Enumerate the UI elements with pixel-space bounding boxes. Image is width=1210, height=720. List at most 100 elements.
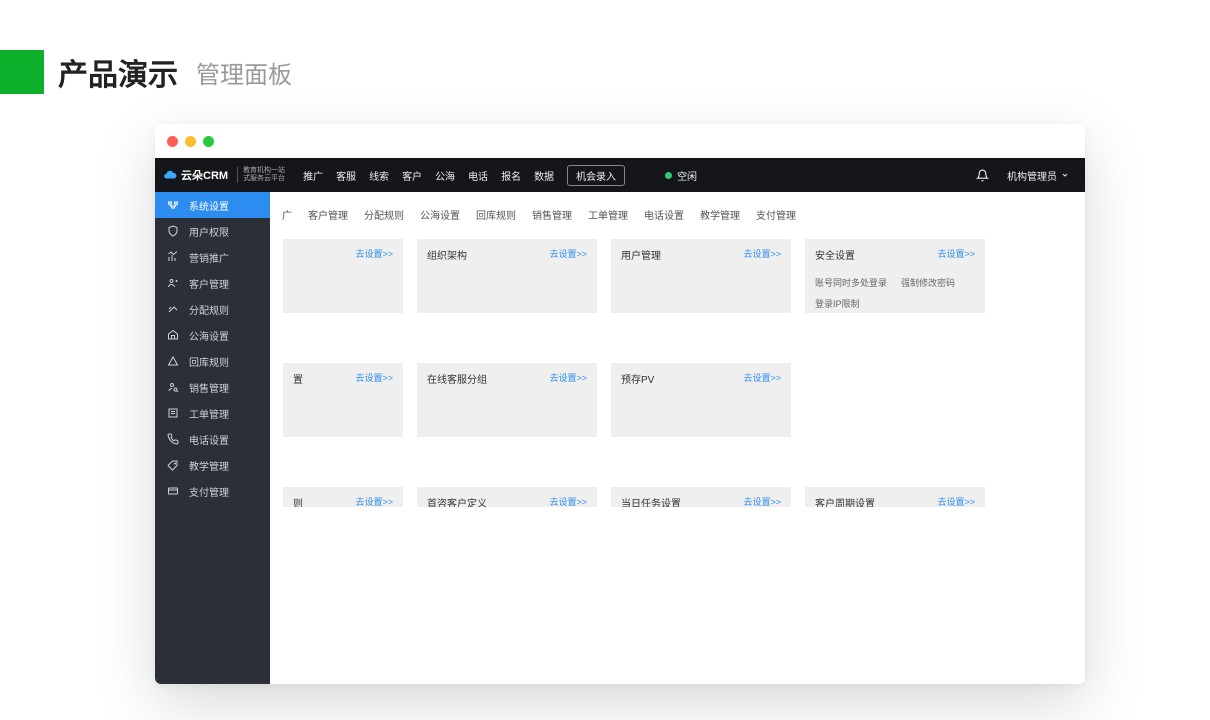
settings-card: 置 去设置>> bbox=[283, 363, 403, 437]
record-opportunity-button[interactable]: 机会录入 bbox=[567, 165, 625, 186]
sidebar-item-ticket-management[interactable]: 工单管理 bbox=[155, 400, 270, 426]
nav-phone[interactable]: 电话 bbox=[468, 168, 488, 183]
chevron-down-icon bbox=[1061, 171, 1069, 179]
security-settings-card: 安全设置 去设置>> 账号同时多处登录 强制修改密码 登录IP限制 bbox=[805, 239, 985, 313]
nav-service[interactable]: 客服 bbox=[336, 168, 356, 183]
tab-ticket-management[interactable]: 工单管理 bbox=[580, 202, 636, 227]
logo-tagline: 教育机构一站式服务云平台 bbox=[237, 167, 285, 184]
sidebar-item-teaching-management[interactable]: 教学管理 bbox=[155, 452, 270, 478]
top-nav: 推广 客服 线索 客户 公海 电话 报名 数据 机会录入 bbox=[303, 165, 625, 186]
sidebar-item-pool-settings[interactable]: 公海设置 bbox=[155, 322, 270, 348]
sidebar-item-user-permissions[interactable]: 用户权限 bbox=[155, 218, 270, 244]
tab-allocation-rules[interactable]: 分配规则 bbox=[356, 202, 412, 227]
status-dot-icon bbox=[665, 172, 672, 179]
maximize-dot[interactable] bbox=[203, 136, 214, 147]
sidebar-item-marketing[interactable]: 营销推广 bbox=[155, 244, 270, 270]
security-sub-item[interactable]: 账号同时多处登录 bbox=[815, 276, 887, 289]
sidebar-label: 客户管理 bbox=[189, 276, 229, 291]
org-structure-card: 组织架构 去设置>> bbox=[417, 239, 597, 313]
settings-card: 去设置>> bbox=[283, 239, 403, 313]
tag-icon bbox=[167, 459, 179, 471]
go-settings-link[interactable]: 去设置>> bbox=[743, 495, 781, 507]
sidebar-label: 电话设置 bbox=[189, 432, 229, 447]
tab-sales-management[interactable]: 销售管理 bbox=[524, 202, 580, 227]
page-title-main: 产品演示 bbox=[58, 50, 178, 94]
sidebar-item-sales-management[interactable]: 销售管理 bbox=[155, 374, 270, 400]
first-consult-card: 首咨客户定义 去设置>> bbox=[417, 487, 597, 507]
go-settings-link[interactable]: 去设置>> bbox=[355, 495, 393, 507]
sidebar-label: 回库规则 bbox=[189, 354, 229, 369]
customer-cycle-card: 客户周期设置 去设置>> bbox=[805, 487, 985, 507]
sidebar-label: 支付管理 bbox=[189, 484, 229, 499]
sidebar-item-phone-settings[interactable]: 电话设置 bbox=[155, 426, 270, 452]
security-sub-item[interactable]: 登录IP限制 bbox=[815, 297, 860, 310]
tab-customer-management[interactable]: 客户管理 bbox=[300, 202, 356, 227]
card-icon bbox=[167, 485, 179, 497]
go-settings-link[interactable]: 去设置>> bbox=[743, 247, 781, 260]
sidebar-label: 工单管理 bbox=[189, 406, 229, 421]
online-service-group-card: 在线客服分组 去设置>> bbox=[417, 363, 597, 437]
daily-task-card: 当日任务设置 去设置>> bbox=[611, 487, 791, 507]
sidebar-label: 营销推广 bbox=[189, 250, 229, 265]
card-row-3: 则 去设置>> 首咨客户定义 去设置>> 当日任务设置 去设置>> 客户周期设置… bbox=[284, 487, 1071, 507]
sub-tabs: 广 客户管理 分配规则 公海设置 回库规则 销售管理 工单管理 电话设置 教学管… bbox=[270, 192, 1085, 227]
card-row-2: 置 去设置>> 在线客服分组 去设置>> 预存PV 去设置>> bbox=[284, 363, 1071, 437]
tab-pool-settings[interactable]: 公海设置 bbox=[412, 202, 468, 227]
user-dropdown[interactable]: 机构管理员 bbox=[1007, 168, 1069, 183]
card-row-1: 去设置>> 组织架构 去设置>> 用户管理 去设置>> 安全设置 去设置>> bbox=[284, 239, 1071, 313]
sidebar-label: 销售管理 bbox=[189, 380, 229, 395]
app-window: 云朵CRM 教育机构一站式服务云平台 推广 客服 线索 客户 公海 电话 报名 … bbox=[155, 124, 1085, 684]
logo[interactable]: 云朵CRM 教育机构一站式服务云平台 bbox=[155, 167, 293, 184]
settings-icon bbox=[167, 199, 179, 211]
sidebar-label: 公海设置 bbox=[189, 328, 229, 343]
status-indicator[interactable]: 空闲 bbox=[665, 168, 697, 183]
sidebar-label: 分配规则 bbox=[189, 302, 229, 317]
bell-icon[interactable] bbox=[976, 169, 989, 182]
tab-return-rules[interactable]: 回库规则 bbox=[468, 202, 524, 227]
tab-partial[interactable]: 广 bbox=[280, 202, 300, 227]
nav-signup[interactable]: 报名 bbox=[501, 168, 521, 183]
sidebar-item-return-rules[interactable]: 回库规则 bbox=[155, 348, 270, 374]
triangle-icon bbox=[167, 355, 179, 367]
status-text: 空闲 bbox=[677, 168, 697, 183]
nav-promotion[interactable]: 推广 bbox=[303, 168, 323, 183]
go-settings-link[interactable]: 去设置>> bbox=[355, 247, 393, 260]
logo-text: 云朵CRM bbox=[181, 167, 228, 183]
sidebar-item-allocation-rules[interactable]: 分配规则 bbox=[155, 296, 270, 322]
minimize-dot[interactable] bbox=[185, 136, 196, 147]
sidebar-item-payment-management[interactable]: 支付管理 bbox=[155, 478, 270, 504]
user-management-card: 用户管理 去设置>> bbox=[611, 239, 791, 313]
nav-leads[interactable]: 线索 bbox=[369, 168, 389, 183]
user-label: 机构管理员 bbox=[1007, 168, 1057, 183]
nav-data[interactable]: 数据 bbox=[534, 168, 554, 183]
prestore-pv-card: 预存PV 去设置>> bbox=[611, 363, 791, 437]
go-settings-link[interactable]: 去设置>> bbox=[549, 495, 587, 507]
tab-phone-settings[interactable]: 电话设置 bbox=[636, 202, 692, 227]
go-settings-link[interactable]: 去设置>> bbox=[937, 247, 975, 260]
go-settings-link[interactable]: 去设置>> bbox=[549, 247, 587, 260]
security-sub-item[interactable]: 强制修改密码 bbox=[901, 276, 955, 289]
nav-customers[interactable]: 客户 bbox=[402, 168, 422, 183]
sidebar-label: 教学管理 bbox=[189, 458, 229, 473]
house-icon bbox=[167, 329, 179, 341]
nav-pool[interactable]: 公海 bbox=[435, 168, 455, 183]
sidebar-label: 用户权限 bbox=[189, 224, 229, 239]
settings-card: 则 去设置>> bbox=[283, 487, 403, 507]
go-settings-link[interactable]: 去设置>> bbox=[743, 371, 781, 384]
rule-icon bbox=[167, 303, 179, 315]
tab-payment-management[interactable]: 支付管理 bbox=[748, 202, 804, 227]
user-icon bbox=[167, 277, 179, 289]
tab-teaching-management[interactable]: 教学管理 bbox=[692, 202, 748, 227]
go-settings-link[interactable]: 去设置>> bbox=[549, 371, 587, 384]
chart-icon bbox=[167, 251, 179, 263]
user-search-icon bbox=[167, 381, 179, 393]
go-settings-link[interactable]: 去设置>> bbox=[937, 495, 975, 507]
shield-icon bbox=[167, 225, 179, 237]
go-settings-link[interactable]: 去设置>> bbox=[355, 371, 393, 384]
sidebar-item-customer-management[interactable]: 客户管理 bbox=[155, 270, 270, 296]
list-icon bbox=[167, 407, 179, 419]
sidebar-item-system-settings[interactable]: 系统设置 bbox=[155, 192, 270, 218]
sidebar: 系统设置 用户权限 营销推广 客户管理 分配规则 公海设置 bbox=[155, 192, 270, 684]
sidebar-label: 系统设置 bbox=[189, 198, 229, 213]
close-dot[interactable] bbox=[167, 136, 178, 147]
